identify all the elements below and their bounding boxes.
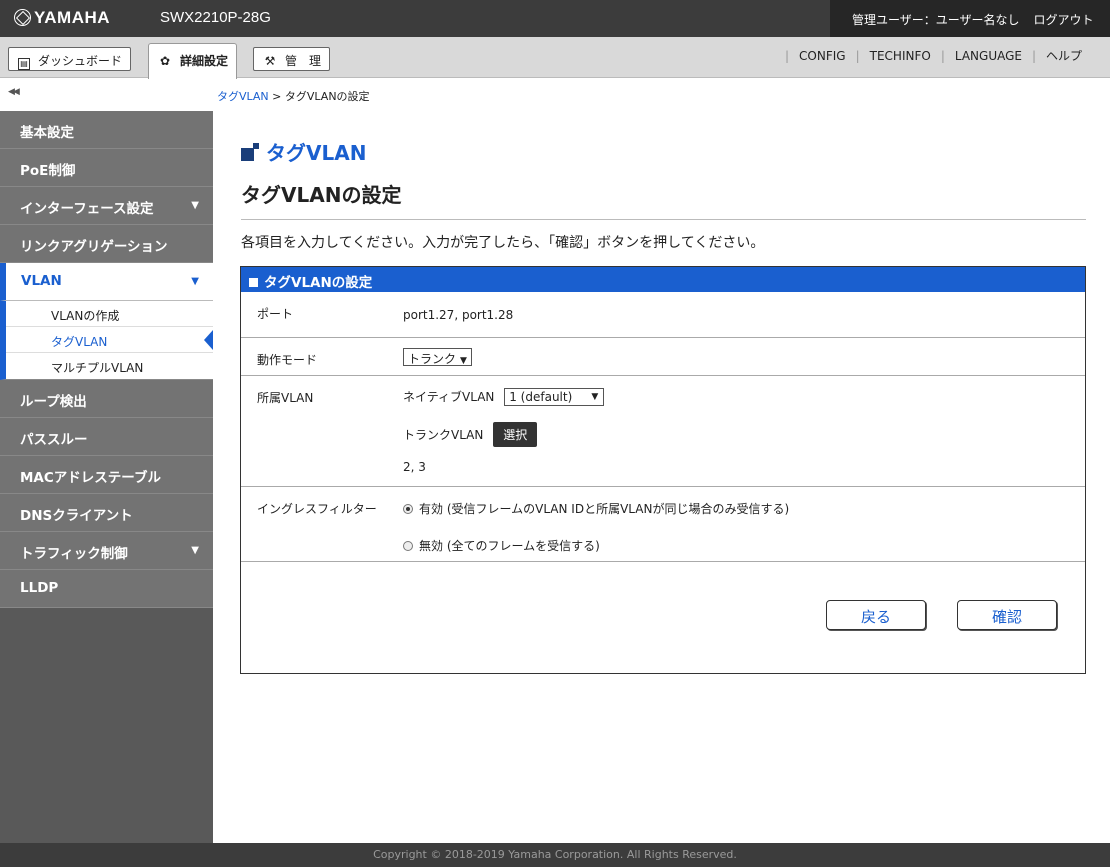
sidebar-item-passthrough[interactable]: パススルー bbox=[0, 418, 213, 456]
select-button[interactable]: 選択 bbox=[493, 422, 538, 447]
vlan-submenu: VLANの作成 タグVLAN マルチプルVLAN bbox=[0, 301, 213, 380]
sidebar-item-interface[interactable]: インターフェース設定 ▼ bbox=[0, 187, 213, 225]
trunk-vlan-group: トランクVLAN 選択 bbox=[403, 422, 538, 447]
language-link[interactable]: LANGUAGE bbox=[955, 49, 1022, 63]
sidebar-subitem-multiple-vlan[interactable]: マルチプルVLAN bbox=[6, 353, 213, 379]
sidebar-item-vlan[interactable]: VLAN ▼ bbox=[0, 263, 213, 301]
breadcrumb-link[interactable]: タグVLAN bbox=[217, 90, 269, 103]
sidebar-item-dns-client[interactable]: DNSクライアント bbox=[0, 494, 213, 532]
native-vlan-label: ネイティブVLAN bbox=[403, 390, 495, 404]
panel-header: タグVLANの設定 bbox=[241, 267, 1085, 292]
settings-panel: タグVLANの設定 ポート port1.27, port1.28 動作モード ト… bbox=[240, 266, 1086, 674]
instruction-text: 各項目を入力してください。入力が完了したら、「確認」ボタンを押してください。 bbox=[241, 235, 765, 251]
breadcrumb-separator: > bbox=[268, 90, 285, 103]
native-vlan-group: ネイティブVLAN 1 (default) ▼ bbox=[403, 388, 605, 406]
trunk-vlan-label: トランクVLAN bbox=[403, 428, 484, 442]
divider bbox=[241, 219, 1086, 220]
techinfo-link[interactable]: TECHINFO bbox=[870, 49, 931, 63]
vlan-row: 所属VLAN ネイティブVLAN 1 (default) ▼ トランクVLAN 選… bbox=[241, 376, 1085, 487]
mode-label: 動作モード bbox=[257, 353, 318, 367]
section-title: タグVLANの設定 bbox=[241, 183, 402, 207]
config-link[interactable]: CONFIG bbox=[799, 49, 846, 63]
wrench-icon: ⚒ bbox=[264, 54, 276, 68]
model-name: SWX2210P-28G bbox=[160, 9, 271, 26]
radio-checked-icon[interactable] bbox=[403, 504, 413, 514]
sidebar-subitem-vlan-create[interactable]: VLANの作成 bbox=[6, 301, 213, 327]
port-row: ポート port1.27, port1.28 bbox=[241, 292, 1085, 338]
mode-select[interactable]: トランク ▼ bbox=[403, 348, 472, 366]
breadcrumb-current: タグVLANの設定 bbox=[284, 90, 370, 103]
top-bar: YAMAHA SWX2210P-28G 管理ユーザー：ユーザー名なし ログアウト bbox=[0, 0, 1110, 37]
sidebar-item-traffic-control[interactable]: トラフィック制御 ▼ bbox=[0, 532, 213, 570]
page-title-icon bbox=[241, 143, 259, 161]
footer-copyright: Copyright © 2018-2019 Yamaha Corporation… bbox=[0, 843, 1110, 867]
tab-management[interactable]: ⚒ 管 理 bbox=[253, 47, 331, 71]
current-pointer-icon bbox=[204, 330, 213, 350]
gear-icon: ✿ bbox=[159, 54, 171, 68]
chevron-down-icon: ▼ bbox=[191, 276, 199, 287]
dashboard-icon: ▤ bbox=[18, 58, 30, 70]
port-label: ポート bbox=[257, 307, 294, 321]
ingress-enable-option[interactable]: 有効 (受信フレームのVLAN IDと所属VLANが同じ場合のみ受信する) bbox=[403, 500, 789, 517]
panel-header-icon bbox=[249, 278, 258, 287]
help-link[interactable]: ヘルプ bbox=[1046, 49, 1082, 63]
port-value: port1.27, port1.28 bbox=[403, 308, 514, 322]
user-status: 管理ユーザー：ユーザー名なし bbox=[852, 13, 1020, 27]
sidebar-subitem-tag-vlan[interactable]: タグVLAN bbox=[6, 327, 213, 353]
sidebar-item-lldp[interactable]: LLDP bbox=[0, 570, 213, 608]
chevron-down-icon: ▼ bbox=[591, 392, 599, 402]
collapse-sidebar-icon[interactable]: ◀◀ bbox=[8, 87, 20, 97]
logout-link[interactable]: ログアウト bbox=[1034, 13, 1094, 27]
yamaha-logo: YAMAHA bbox=[14, 8, 110, 28]
vlan-label: 所属VLAN bbox=[257, 391, 314, 405]
chevron-down-icon: ▼ bbox=[191, 200, 199, 211]
tab-dashboard[interactable]: ▤ ダッシュボード bbox=[8, 47, 132, 71]
confirm-button[interactable]: 確認 bbox=[957, 600, 1057, 630]
chevron-down-icon: ▼ bbox=[191, 545, 199, 556]
ingress-label: イングレスフィルター bbox=[257, 502, 377, 516]
top-links: | CONFIG | TECHINFO | LANGUAGE | ヘルプ bbox=[785, 49, 1083, 63]
chevron-down-icon: ▼ bbox=[460, 356, 467, 366]
radio-unchecked-icon[interactable] bbox=[403, 541, 413, 551]
page-title: タグVLAN bbox=[241, 137, 366, 166]
mode-row: 動作モード トランク ▼ bbox=[241, 338, 1085, 376]
sidebar-item-loop-detection[interactable]: ループ検出 bbox=[0, 380, 213, 418]
native-vlan-select[interactable]: 1 (default) ▼ bbox=[504, 388, 605, 406]
sidebar-item-mac-table[interactable]: MACアドレステーブル bbox=[0, 456, 213, 494]
sidebar-item-basic[interactable]: 基本設定 bbox=[0, 111, 213, 149]
yamaha-emblem-icon bbox=[14, 9, 31, 26]
tab-advanced-settings[interactable]: ✿ 詳細設定 bbox=[148, 43, 238, 79]
sidebar-item-link-aggregation[interactable]: リンクアグリゲーション bbox=[0, 225, 213, 263]
sidebar-item-poe[interactable]: PoE制御 bbox=[0, 149, 213, 187]
breadcrumb: タグVLAN > タグVLANの設定 bbox=[217, 88, 370, 104]
main-content: タグVLAN タグVLANの設定 各項目を入力してください。入力が完了したら、「… bbox=[213, 111, 1110, 843]
trunk-vlan-list: 2, 3 bbox=[403, 460, 426, 474]
ingress-row: イングレスフィルター 有効 (受信フレームのVLAN IDと所属VLANが同じ場… bbox=[241, 487, 1085, 562]
ingress-disable-option[interactable]: 無効 (全てのフレームを受信する) bbox=[403, 537, 600, 554]
user-area: 管理ユーザー：ユーザー名なし ログアウト bbox=[830, 0, 1110, 37]
sidebar: 基本設定 PoE制御 インターフェース設定 ▼ リンクアグリゲーション VLAN ▼… bbox=[0, 111, 213, 843]
back-button[interactable]: 戻る bbox=[826, 600, 926, 630]
